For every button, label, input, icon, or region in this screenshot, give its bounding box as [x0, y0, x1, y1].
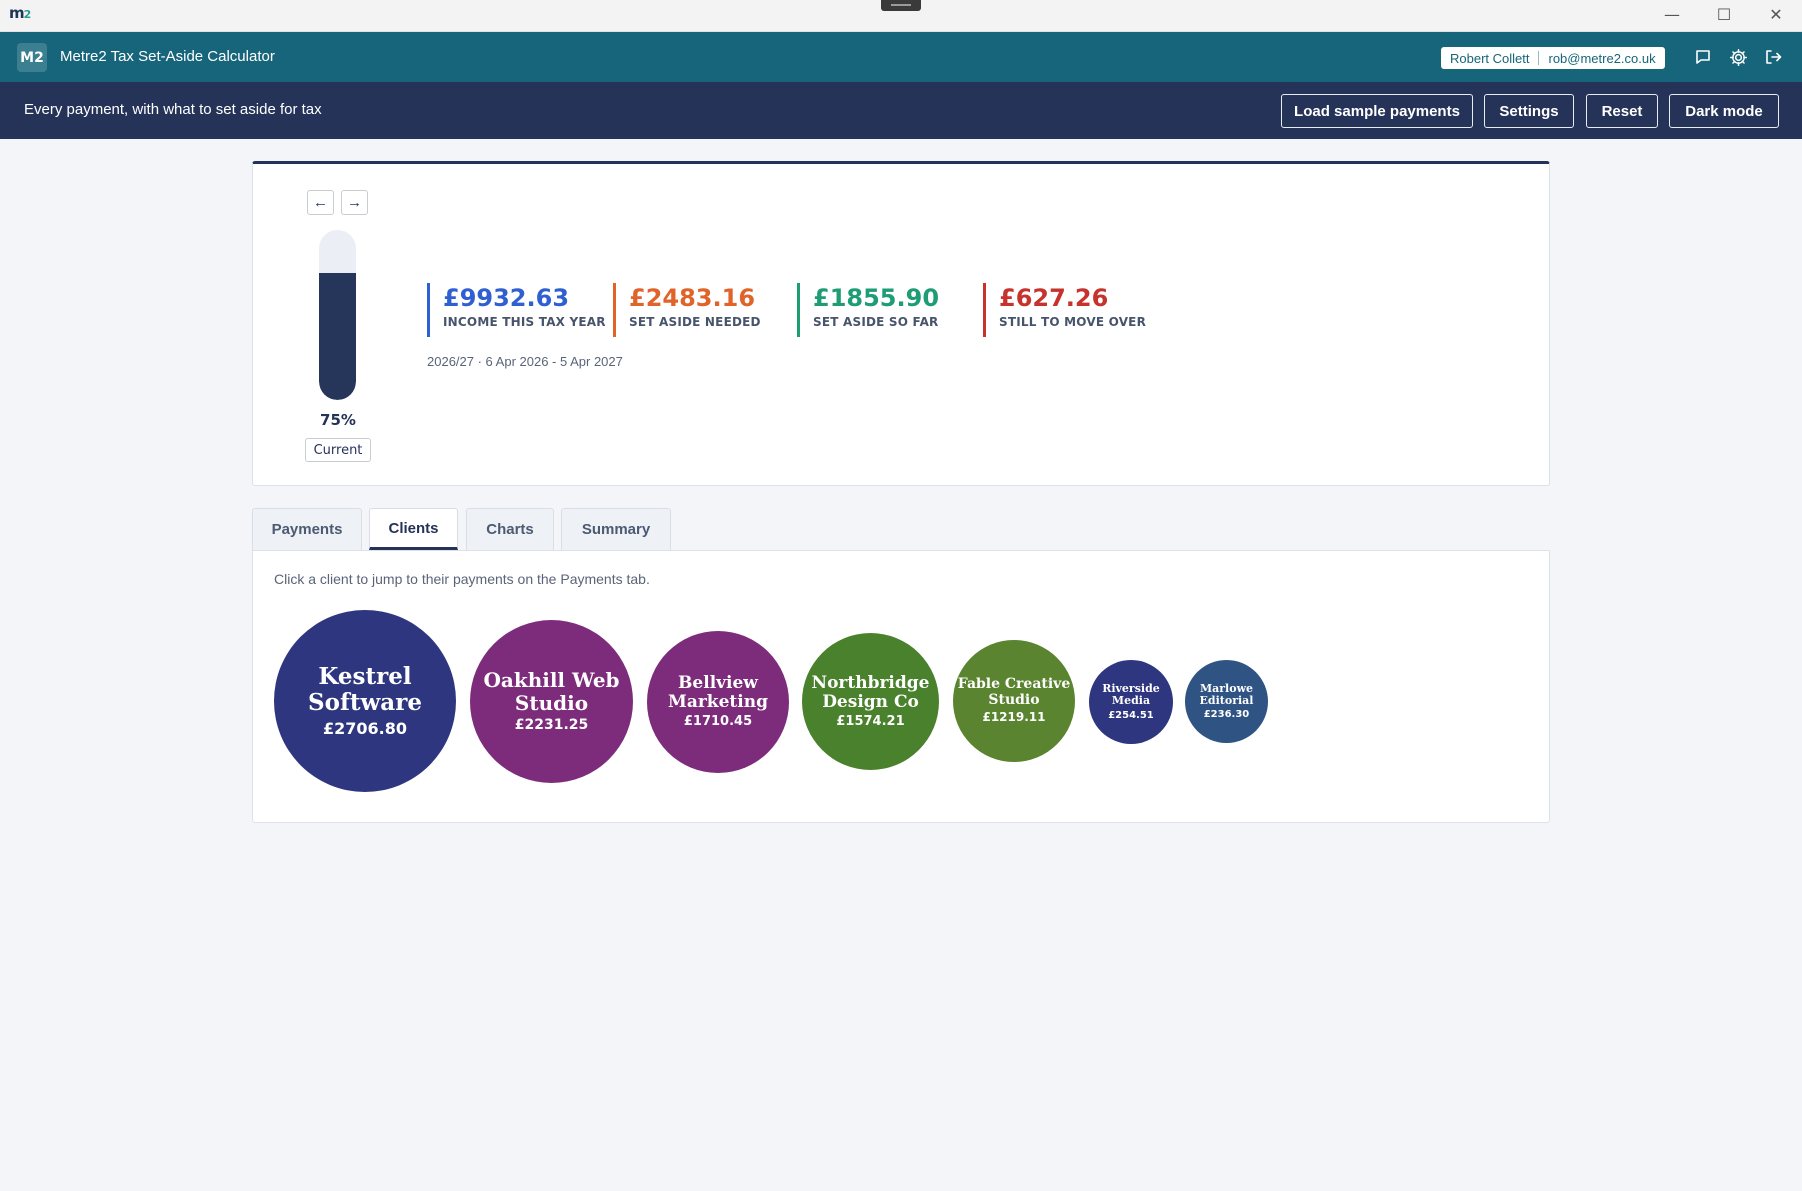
stat-still-to-move: £627.26 STILL TO MOVE OVER — [983, 283, 1146, 337]
drag-handle-icon[interactable] — [881, 0, 921, 11]
current-year-button[interactable]: Current — [305, 438, 371, 462]
logout-icon[interactable] — [1762, 46, 1784, 68]
client-name: Studio — [988, 691, 1040, 708]
client-name: Bellview — [678, 673, 758, 694]
client-amount: £1219.11 — [982, 710, 1046, 725]
set-aside-progress-gauge — [319, 230, 356, 400]
minimize-button[interactable]: — — [1646, 0, 1698, 28]
next-year-button[interactable]: → — [341, 190, 368, 215]
app-header: M2 Metre2 Tax Set-Aside Calculator Rober… — [0, 32, 1802, 82]
tab-payments[interactable]: Payments — [252, 508, 362, 550]
client-name: Marketing — [668, 692, 768, 713]
client-name: Editorial — [1199, 693, 1254, 707]
client-amount: £254.51 — [1108, 709, 1154, 721]
clients-panel: Click a client to jump to their payments… — [252, 550, 1550, 823]
app-logo-icon: m2 — [9, 4, 31, 22]
previous-year-button[interactable]: ← — [307, 190, 334, 215]
client-name: Design Co — [822, 691, 919, 712]
stat-set-aside-needed-label: SET ASIDE NEEDED — [629, 315, 761, 329]
client-name: Studio — [514, 690, 589, 715]
client-amount: £1574.21 — [836, 713, 905, 729]
client-bubble[interactable]: Bellview Marketing £1710.45 — [647, 631, 789, 773]
stat-still-to-move-value: £627.26 — [999, 284, 1109, 312]
stat-still-to-move-label: STILL TO MOVE OVER — [999, 315, 1147, 329]
client-bubble[interactable]: Oakhill Web Studio £2231.25 — [470, 620, 633, 783]
client-name: Oakhill Web — [483, 668, 620, 693]
feedback-icon[interactable] — [1692, 46, 1714, 68]
tax-year-summary-card: ← → 75% Current £9932.63 INCOME THIS TAX… — [252, 161, 1550, 486]
reset-button[interactable]: Reset — [1586, 94, 1658, 128]
client-amount: £2231.25 — [514, 717, 589, 734]
progress-percent: 75% — [320, 411, 356, 429]
client-amount: £2706.80 — [322, 718, 407, 738]
client-bubble[interactable]: Northbridge Design Co £1574.21 — [802, 633, 939, 770]
stat-income-value: £9932.63 — [443, 284, 570, 312]
stat-set-aside-needed: £2483.16 SET ASIDE NEEDED — [613, 283, 761, 337]
tab-summary[interactable]: Summary — [561, 508, 671, 550]
user-email: rob@metre2.co.uk — [1548, 50, 1656, 66]
client-bubble[interactable]: Kestrel Software £2706.80 — [274, 610, 456, 792]
client-name: Media — [1111, 694, 1151, 708]
stat-set-aside-so-far: £1855.90 SET ASIDE SO FAR — [797, 283, 939, 337]
load-sample-payments-button[interactable]: Load sample payments — [1281, 94, 1473, 128]
tax-year-period: 2026/27 · 6 Apr 2026 - 5 Apr 2027 — [427, 354, 623, 369]
client-amount: £236.30 — [1203, 709, 1250, 721]
close-button[interactable]: ✕ — [1750, 0, 1802, 28]
dark-mode-button[interactable]: Dark mode — [1669, 94, 1779, 128]
app-badge: M2 — [17, 43, 47, 72]
app-title: Metre2 Tax Set-Aside Calculator — [60, 48, 275, 65]
client-name: Fable Creative — [957, 676, 1071, 693]
user-name: Robert Collett — [1450, 50, 1530, 66]
stat-income-label: INCOME THIS TAX YEAR — [443, 315, 606, 329]
stat-set-aside-so-far-label: SET ASIDE SO FAR — [813, 315, 939, 329]
client-bubble[interactable]: Marlowe Editorial £236.30 — [1185, 660, 1268, 743]
client-bubble[interactable]: Fable Creative Studio £1219.11 — [953, 640, 1075, 762]
toolbar-tagline: Every payment, with what to set aside fo… — [24, 101, 322, 118]
client-amount: £1710.45 — [683, 714, 753, 730]
progress-fill — [319, 272, 356, 400]
stat-income: £9932.63 INCOME THIS TAX YEAR — [427, 283, 606, 337]
client-bubble[interactable]: Riverside Media £254.51 — [1089, 660, 1173, 744]
tab-clients[interactable]: Clients — [369, 508, 458, 550]
clients-hint: Click a client to jump to their payments… — [274, 571, 650, 587]
user-account-pill[interactable]: Robert Collett rob@metre2.co.uk — [1441, 47, 1665, 69]
stat-set-aside-so-far-value: £1855.90 — [813, 284, 940, 312]
client-name: Software — [308, 689, 422, 717]
window-titlebar: m2 — ☐ ✕ — [0, 0, 1802, 32]
maximize-button[interactable]: ☐ — [1698, 0, 1750, 28]
toolbar: Every payment, with what to set aside fo… — [0, 82, 1802, 139]
client-name: Kestrel — [318, 663, 412, 691]
stat-set-aside-needed-value: £2483.16 — [629, 284, 756, 312]
settings-button[interactable]: Settings — [1484, 94, 1574, 128]
gear-icon[interactable] — [1727, 46, 1749, 68]
tab-charts[interactable]: Charts — [466, 508, 554, 550]
client-name: Northbridge — [811, 672, 930, 693]
